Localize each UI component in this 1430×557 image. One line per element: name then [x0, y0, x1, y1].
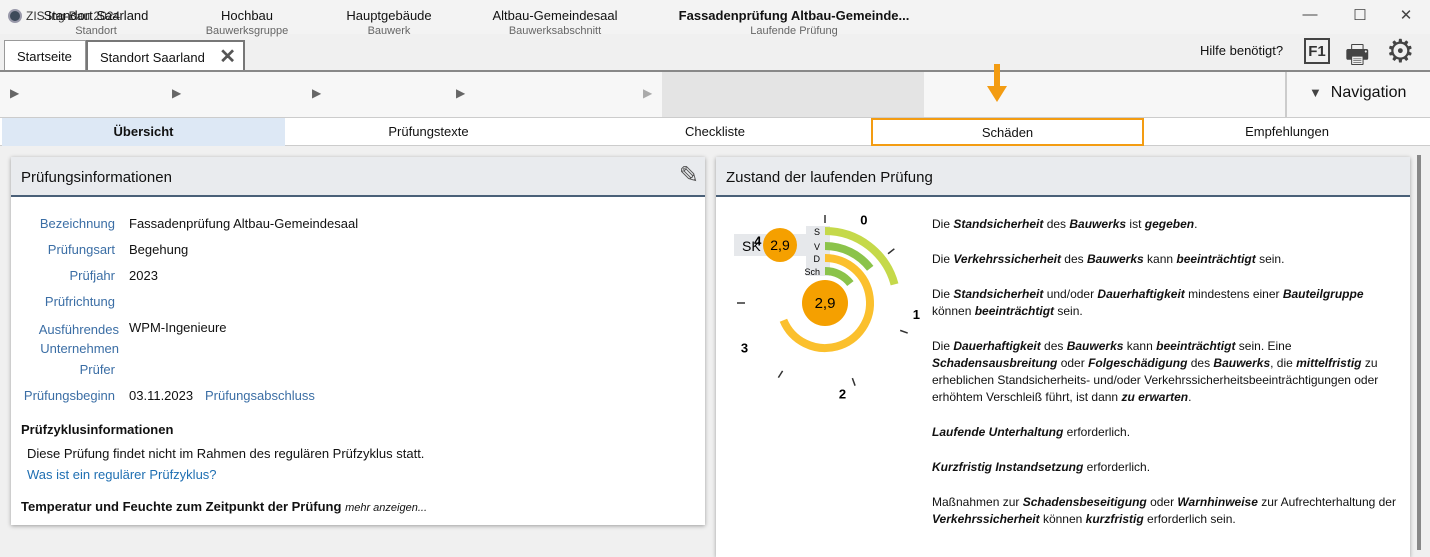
center-value: 2,9 — [815, 295, 836, 312]
navigation-label: Navigation — [1330, 84, 1407, 101]
f1-help-button[interactable]: F1 — [1304, 38, 1330, 64]
pruefungsinformationen-panel: Prüfungsinformationen ✎ Bezeichnung Fass… — [11, 157, 705, 525]
scale-label: 1 — [913, 307, 920, 322]
breadcrumb-title: Fassadenprüfung Altbau-Gemeinde... — [678, 8, 910, 23]
breadcrumb-arrow-icon: ▶ — [643, 86, 653, 100]
description-paragraph: Die Verkehrssicherheit des Bauwerks kann… — [932, 252, 1285, 266]
cycle-title: Prüfzyklusinformationen — [21, 422, 174, 437]
field-value: WPM-Ingenieure — [129, 320, 227, 335]
panel-header: Zustand der laufenden Prüfung — [716, 157, 1410, 197]
breadcrumb-title: Hauptgebäude — [346, 8, 432, 23]
pointer-arrow-icon — [986, 62, 1008, 104]
description-paragraph: Die Dauerhaftigkeit des Bauwerks kann be… — [932, 339, 1379, 404]
tab-standort-saarland[interactable]: Standort Saarland ✕ — [86, 40, 245, 70]
breadcrumb-title: Altbau-Gemeindesaal — [492, 8, 618, 23]
field-value: Fassadenprüfung Altbau-Gemeindesaal — [129, 216, 359, 231]
scale-label: 0 — [860, 213, 867, 228]
breadcrumb-sub: Laufende Prüfung — [750, 25, 838, 37]
cycle-text: Diese Prüfung findet nicht im Rahmen des… — [27, 446, 425, 461]
tab-label: Startseite — [17, 49, 72, 64]
minimize-icon[interactable]: — — [1300, 6, 1320, 23]
field-value: Begehung — [129, 242, 189, 257]
close-tab-icon[interactable]: ✕ — [219, 44, 236, 69]
tab-uebersicht[interactable]: Übersicht — [2, 118, 285, 146]
temp-title-text: Temperatur und Feuchte zum Zeitpunkt der… — [21, 499, 342, 514]
navigation-button[interactable]: ▼ Navigation — [1285, 72, 1430, 117]
field-label: Ausführendes Unternehmen — [38, 322, 119, 356]
scale-tick — [777, 370, 784, 379]
field-label: Prüfrichtung — [44, 294, 115, 309]
temp-title: Temperatur und Feuchte zum Zeitpunkt der… — [21, 499, 427, 514]
scale-label: 3 — [741, 341, 748, 356]
ring-label: Sch — [804, 267, 820, 277]
breadcrumb-item[interactable]: Hochbau Bauwerksgruppe — [193, 8, 301, 37]
edit-pencil-icon[interactable]: ✎ — [679, 161, 699, 190]
close-window-icon[interactable]: ✕ — [1396, 6, 1416, 24]
field-label: Bezeichnung — [39, 216, 115, 231]
breadcrumb-arrow-icon: ▶ — [312, 86, 322, 100]
ring-label: D — [814, 254, 821, 264]
breadcrumb-active-bg — [662, 72, 924, 117]
breadcrumb-title: Standort Saarland — [43, 8, 149, 23]
breadcrumb-sub: Bauwerksabschnitt — [508, 25, 602, 37]
breadcrumb-item[interactable]: Standort Saarland Standort — [30, 8, 162, 37]
description-paragraph: Die Standsicherheit des Bauwerks ist geg… — [932, 217, 1198, 231]
show-more-link[interactable]: mehr anzeigen... — [345, 502, 427, 514]
settings-gear-icon[interactable]: ⚙ — [1386, 32, 1415, 70]
condition-gauge: SK 2,9 2,9 SVDSch01234 — [734, 213, 920, 401]
ring-label: V — [814, 242, 820, 252]
breadcrumb-arrow-icon: ▶ — [456, 86, 466, 100]
tab-checkliste[interactable]: Checkliste — [572, 118, 858, 146]
field-label: Prüfungsart — [47, 242, 115, 257]
tab-schaeden[interactable]: Schäden — [871, 118, 1144, 146]
scale-tick — [899, 329, 908, 334]
cycle-info-link[interactable]: Was ist ein regulärer Prüfzyklus? — [27, 467, 217, 482]
breadcrumb-title: Hochbau — [220, 8, 274, 23]
condition-description: Die Standsicherheit des Bauwerks ist geg… — [932, 216, 1402, 546]
ring-label: S — [814, 227, 820, 237]
scale-tick — [851, 377, 856, 386]
breadcrumb-item-active[interactable]: Fassadenprüfung Altbau-Gemeinde... Laufen… — [664, 8, 924, 37]
description-paragraph: Die Standsicherheit und/oder Dauerhaftig… — [932, 287, 1364, 318]
description-paragraph: Laufende Unterhaltung erforderlich. — [932, 425, 1131, 439]
tab-label: Standort Saarland — [100, 50, 205, 65]
breadcrumb-arrow-icon: ▶ — [172, 86, 182, 100]
app-icon — [8, 9, 22, 23]
scale-label: 2 — [839, 386, 846, 401]
description-paragraph: Kurzfristig Instandsetzung erforderlich. — [932, 460, 1151, 474]
panel-header: Prüfungsinformationen ✎ — [11, 157, 705, 197]
tab-empfehlungen[interactable]: Empfehlungen — [1144, 118, 1430, 146]
breadcrumb-item[interactable]: Hauptgebäude Bauwerk — [330, 8, 448, 37]
breadcrumb-item[interactable]: Altbau-Gemeindesaal Bauwerksabschnitt — [476, 8, 634, 37]
breadcrumb-sub: Standort — [75, 25, 117, 37]
pruefungsabschluss-label: Prüfungsabschluss — [205, 388, 315, 403]
scale-tick — [887, 248, 895, 255]
help-text: Hilfe benötigt? — [1200, 43, 1284, 58]
breadcrumb-sub: Bauwerksgruppe — [205, 25, 289, 37]
field-value: 03.11.2023 — [129, 388, 194, 403]
sk-value: 2,9 — [770, 237, 790, 253]
tab-startseite[interactable]: Startseite — [4, 40, 86, 70]
triangle-down-icon: ▼ — [1309, 85, 1322, 100]
field-value: 2023 — [129, 268, 158, 283]
tab-pruefungstexte[interactable]: Prüfungstexte — [286, 118, 571, 146]
panel-title: Zustand der laufenden Prüfung — [726, 169, 933, 186]
field-label: Prüfjahr — [69, 268, 115, 283]
field-label: Prüfungsbeginn — [23, 388, 115, 403]
scale-label: 4 — [754, 233, 762, 248]
maximize-icon[interactable]: ☐ — [1350, 6, 1370, 24]
panel-title: Prüfungsinformationen — [21, 169, 172, 186]
breadcrumb-sub: Bauwerk — [367, 25, 411, 37]
field-label: Prüfer — [79, 362, 115, 377]
breadcrumb-arrow-icon: ▶ — [10, 86, 20, 100]
description-paragraph: Maßnahmen zur Schadensbeseitigung oder W… — [932, 495, 1396, 526]
scrollbar[interactable] — [1417, 155, 1421, 550]
